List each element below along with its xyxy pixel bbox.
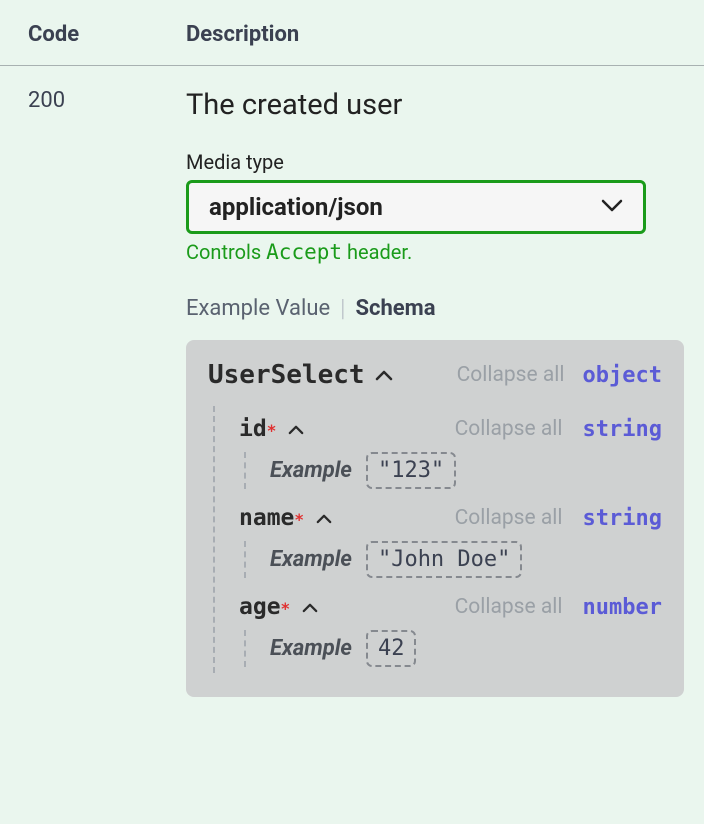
media-type-value: application/json (209, 193, 383, 221)
schema-root: UserSelect Collapse all object (208, 360, 662, 390)
required-indicator: * (267, 421, 277, 440)
field-type: string (583, 417, 662, 442)
schema-box: UserSelect Collapse all object id* (186, 340, 684, 697)
example-value: "123" (366, 452, 456, 489)
schema-field: age* Collapse all number Example 42 (239, 584, 662, 673)
example-schema-tabs: Example Value | Schema (186, 294, 684, 322)
collapse-all-button[interactable]: Collapse all (455, 595, 563, 619)
response-code: 200 (28, 88, 186, 697)
caret-up-icon[interactable] (302, 597, 318, 618)
header-description-label: Description (186, 22, 299, 47)
tab-example-value[interactable]: Example Value (186, 296, 330, 321)
media-type-label: Media type (186, 150, 684, 174)
example-label: Example (270, 547, 352, 572)
field-name: id (239, 416, 267, 442)
responses-header-row: Code Description (0, 0, 704, 66)
schema-fields: id* Collapse all string Example "123" (213, 406, 662, 673)
field-name: name (239, 505, 294, 531)
caret-up-icon[interactable] (375, 365, 393, 386)
response-row: 200 The created user Media type applicat… (0, 66, 704, 697)
field-type: string (583, 506, 662, 531)
field-name: age (239, 594, 281, 620)
schema-name: UserSelect (208, 360, 365, 390)
caret-up-icon[interactable] (288, 419, 304, 440)
example-value: 42 (366, 630, 417, 667)
caret-up-icon[interactable] (316, 508, 332, 529)
schema-field: name* Collapse all string Example "John … (239, 495, 662, 584)
tab-schema[interactable]: Schema (355, 296, 435, 321)
required-indicator: * (294, 510, 304, 529)
example-label: Example (270, 636, 352, 661)
tab-divider: | (340, 294, 345, 322)
chevron-down-icon (601, 197, 623, 218)
accept-header-hint: Controls Accept header. (186, 240, 684, 264)
example-value: "John Doe" (366, 541, 522, 578)
collapse-all-button[interactable]: Collapse all (455, 506, 563, 530)
media-type-select[interactable]: application/json (186, 180, 646, 234)
example-label: Example (270, 458, 352, 483)
collapse-all-button[interactable]: Collapse all (457, 363, 565, 387)
schema-type: object (583, 363, 662, 388)
header-code-label: Code (28, 22, 186, 47)
response-description: The created user (186, 88, 684, 122)
required-indicator: * (281, 599, 291, 618)
collapse-all-button[interactable]: Collapse all (455, 417, 563, 441)
field-type: number (583, 595, 662, 620)
schema-field: id* Collapse all string Example "123" (239, 406, 662, 495)
